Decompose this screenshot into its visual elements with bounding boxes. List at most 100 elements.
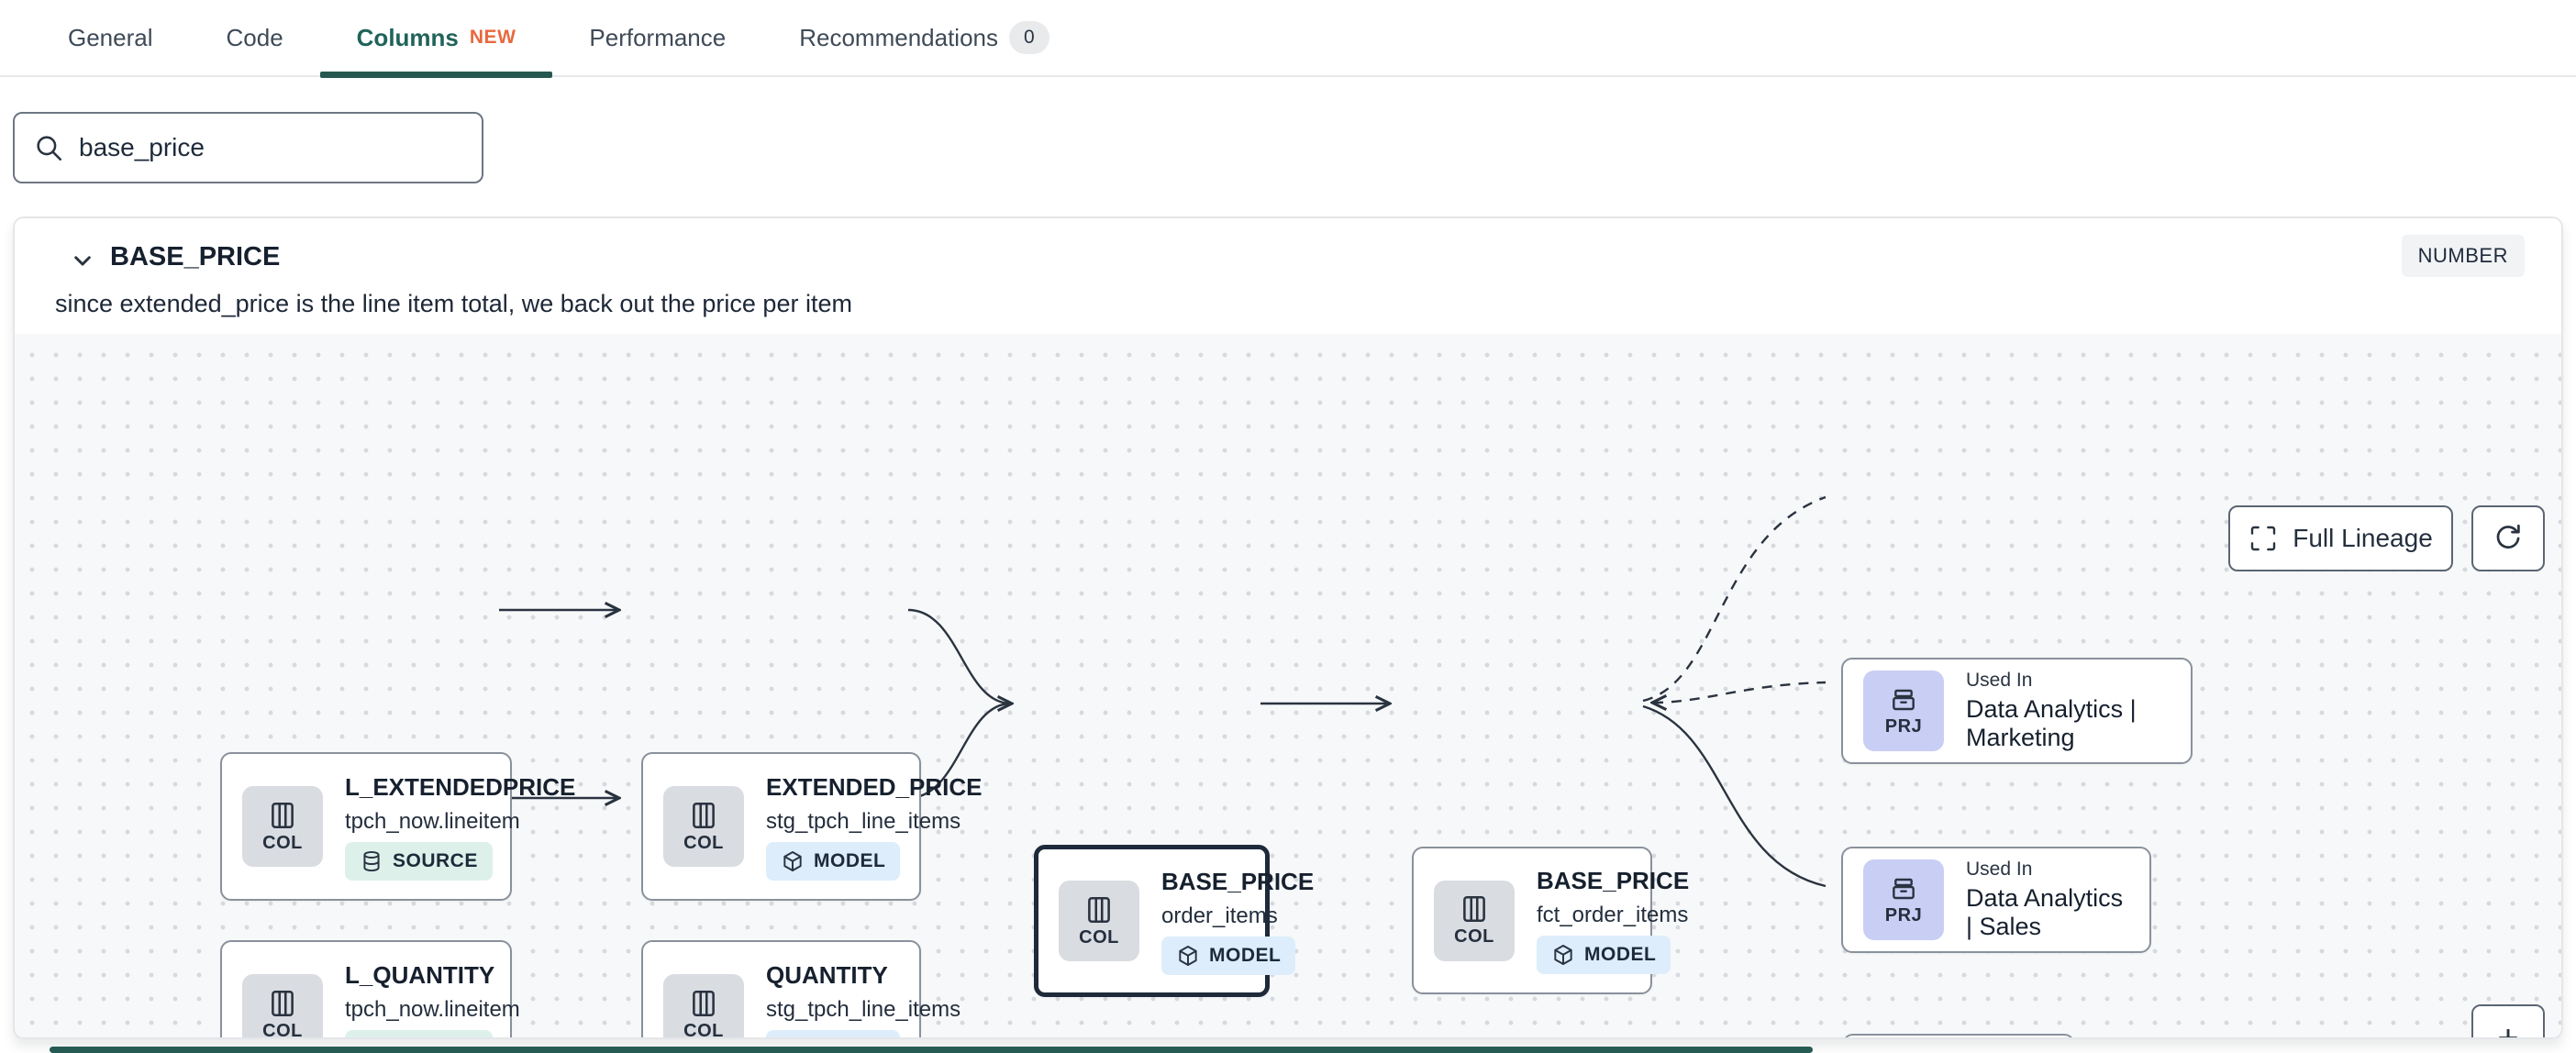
tab-performance[interactable]: Performance — [552, 0, 762, 76]
recommendations-count-badge: 0 — [1009, 21, 1049, 54]
column-description: since extended_price is the line item to… — [55, 290, 852, 317]
model-type-pill: MODEL — [1537, 936, 1671, 974]
lineage-node-quantity[interactable]: COL QUANTITY stg_tpch_line_items MODEL — [641, 940, 960, 1040]
node-title: QUANTITY — [766, 960, 888, 989]
node-title: BASE_PRICE — [1537, 867, 1690, 894]
source-type-pill: SOURCE — [345, 841, 493, 881]
badge-label: COL — [262, 832, 303, 853]
new-badge: NEW — [469, 27, 516, 48]
node-type-label: SOURCE — [393, 1038, 478, 1040]
node-title: L_EXTENDEDPRICE — [345, 772, 576, 801]
node-title: L_QUANTITY — [345, 960, 495, 989]
columns-icon — [272, 990, 294, 1016]
columns-icon — [1463, 895, 1485, 923]
lineage-node-base-price-use-variables[interactable]: COL BASE_PRICE use_variables MODEL — [1842, 1034, 2075, 1037]
badge-label: PRJ — [1884, 904, 1923, 926]
refresh-button[interactable] — [2471, 505, 2545, 571]
lineage-node-base-price-order-items[interactable]: COL BASE_PRICE order_items MODEL — [1034, 845, 1314, 997]
column-type-badge: NUMBER — [2401, 235, 2525, 277]
lineage-node-l-extendedprice[interactable]: COL L_EXTENDEDPRICE tpch_now.lineitem SO… — [220, 752, 575, 901]
node-title: BASE_PRICE — [1161, 867, 1315, 895]
refresh-icon — [2496, 524, 2520, 549]
columns-icon — [272, 802, 294, 828]
model-type-pill: MODEL — [1161, 936, 1296, 975]
exposure-node-sales[interactable]: PRJ Used In Data Analytics | Sales — [1841, 847, 2151, 953]
tab-label: General — [68, 23, 153, 51]
column-name: BASE_PRICE — [110, 242, 281, 272]
project-badge: PRJ — [1863, 671, 1944, 751]
badge-label: COL — [262, 1020, 303, 1039]
exposure-node-marketing[interactable]: PRJ Used In Data Analytics | Marketing — [1841, 658, 2193, 764]
node-type-label: MODEL — [1209, 944, 1282, 966]
exposure-title: Data Analytics | Marketing — [1966, 695, 2137, 751]
cube-icon — [1554, 945, 1572, 965]
database-icon — [360, 1037, 383, 1040]
badge-label: COL — [1079, 926, 1119, 948]
tab-recommendations[interactable]: Recommendations 0 — [762, 0, 1085, 76]
column-badge: COL — [1434, 880, 1515, 961]
model-type-pill: MODEL — [766, 1029, 901, 1040]
source-type-pill: SOURCE — [345, 1029, 493, 1040]
column-panel: BASE_PRICE NUMBER since extended_price i… — [13, 216, 2563, 1039]
lineage-canvas[interactable]: COL L_EXTENDEDPRICE tpch_now.lineitem SO… — [15, 334, 2561, 1037]
node-type-label: SOURCE — [393, 849, 478, 871]
node-subtitle: tpch_now.lineitem — [345, 808, 520, 834]
search-icon — [37, 136, 62, 161]
lineage-node-base-price-fct-order-items[interactable]: COL BASE_PRICE fct_order_items MODEL — [1412, 847, 1689, 994]
node-subtitle: fct_order_items — [1537, 903, 1689, 927]
tab-label: Recommendations — [799, 23, 999, 51]
badge-label: COL — [1454, 926, 1494, 947]
used-in-label: Used In — [1966, 859, 2033, 880]
columns-icon — [693, 802, 715, 828]
column-panel-header[interactable]: BASE_PRICE NUMBER since extended_price i… — [15, 218, 2561, 334]
columns-icon — [1088, 896, 1110, 923]
node-type-label: MODEL — [814, 1038, 885, 1040]
node-title: EXTENDED_PRICE — [766, 772, 983, 801]
chevron-down-icon — [74, 256, 91, 266]
tab-code[interactable]: Code — [190, 0, 320, 76]
used-in-label: Used In — [1966, 670, 2033, 691]
badge-label: COL — [683, 1020, 724, 1039]
cube-icon — [783, 850, 802, 871]
zoom-controls: + − — [2471, 1004, 2545, 1037]
tab-general[interactable]: General — [31, 0, 190, 76]
zoom-in-button[interactable]: + — [2473, 1006, 2543, 1037]
badge-label: PRJ — [1884, 715, 1923, 737]
column-badge: COL — [1059, 881, 1139, 961]
node-subtitle: tpch_now.lineitem — [345, 996, 520, 1022]
full-lineage-label: Full Lineage — [2293, 524, 2433, 552]
tab-label: Performance — [589, 23, 727, 51]
archive-icon — [1893, 689, 1915, 710]
lineage-node-extended-price[interactable]: COL EXTENDED_PRICE stg_tpch_line_items M… — [641, 752, 983, 901]
tab-bar: General Code Columns NEW Performance Rec… — [0, 0, 2576, 78]
project-badge: PRJ — [1863, 859, 1944, 940]
archive-icon — [1893, 878, 1915, 899]
column-badge: COL — [242, 974, 323, 1039]
model-type-pill: MODEL — [766, 841, 901, 881]
full-lineage-button[interactable]: Full Lineage — [2228, 505, 2453, 571]
columns-icon — [693, 990, 715, 1016]
column-badge: COL — [663, 974, 744, 1039]
column-search[interactable] — [13, 112, 483, 183]
search-input[interactable] — [79, 133, 463, 162]
node-subtitle: order_items — [1161, 903, 1278, 928]
exposure-title: Data Analytics | Sales — [1966, 884, 2124, 940]
tab-label: Columns — [356, 23, 459, 51]
collapse-button[interactable] — [62, 240, 103, 281]
column-badge: COL — [242, 786, 323, 867]
badge-label: COL — [683, 832, 724, 853]
column-badge: COL — [663, 786, 744, 867]
column-lineage-page: General Code Columns NEW Performance Rec… — [0, 0, 2576, 1053]
tab-columns[interactable]: Columns NEW — [319, 0, 553, 78]
node-type-label: MODEL — [814, 849, 886, 871]
node-type-label: MODEL — [1584, 944, 1657, 965]
node-subtitle: stg_tpch_line_items — [766, 996, 961, 1022]
tab-label: Code — [226, 23, 283, 51]
lineage-node-l-quantity[interactable]: COL L_QUANTITY tpch_now.lineitem SOURCE — [220, 940, 520, 1040]
database-icon — [363, 850, 380, 871]
node-subtitle: stg_tpch_line_items — [766, 808, 961, 834]
cube-icon — [1179, 945, 1197, 966]
expand-icon — [2251, 526, 2276, 551]
horizontal-scrollbar[interactable] — [50, 1047, 1813, 1053]
cube-icon — [781, 1037, 805, 1040]
